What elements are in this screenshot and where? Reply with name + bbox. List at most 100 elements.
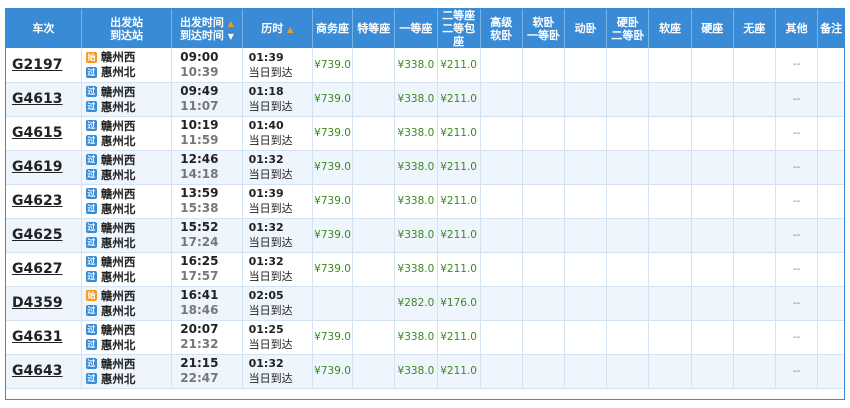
train-number-link[interactable]: G4623 xyxy=(6,184,82,219)
sort-desc-icon[interactable]: ▼ xyxy=(228,32,234,41)
price-hardseat xyxy=(691,150,734,185)
price-dongwo xyxy=(564,48,608,83)
header-times[interactable]: 出发时间 ▲ 到达时间 ▼ xyxy=(171,9,243,48)
price-other: -- xyxy=(775,82,819,117)
header-first: 一等座 xyxy=(394,9,438,48)
to-station[interactable]: 惠州北 xyxy=(101,337,136,353)
to-station[interactable]: 惠州北 xyxy=(101,99,136,115)
price-first: ¥338.0 xyxy=(394,354,438,389)
table-row: G4619 过赣州西 过惠州北 12:46 14:18 01:32 当日到达 ¥… xyxy=(6,150,844,185)
duration-cell: 01:32 当日到达 xyxy=(242,252,313,287)
train-number-link[interactable]: G4627 xyxy=(6,252,82,287)
header-duration[interactable]: 历时 ▲ xyxy=(242,9,313,48)
arrival-time: 11:59 xyxy=(180,133,219,147)
departure-time: 15:52 xyxy=(180,220,219,234)
train-number-link[interactable]: G4619 xyxy=(6,150,82,185)
sort-asc-icon[interactable]: ▲ xyxy=(228,19,234,28)
price-softseat xyxy=(648,218,692,253)
price-first: ¥338.0 xyxy=(394,150,438,185)
duration-cell: 01:25 当日到达 xyxy=(242,320,313,355)
arrive-note: 当日到达 xyxy=(248,304,293,317)
from-station[interactable]: 赣州西 xyxy=(101,322,136,338)
from-station[interactable]: 赣州西 xyxy=(101,186,136,202)
header-premium: 特等座 xyxy=(352,9,396,48)
table-row: D4359 始赣州西 过惠州北 16:41 18:46 02:05 当日到达 ¥… xyxy=(6,286,844,321)
from-station[interactable]: 赣州西 xyxy=(101,220,136,236)
from-station[interactable]: 赣州西 xyxy=(101,49,136,65)
arrival-time: 14:18 xyxy=(180,167,219,181)
train-number-link[interactable]: G2197 xyxy=(6,48,82,83)
price-first: ¥338.0 xyxy=(394,116,438,151)
price-business xyxy=(312,286,354,321)
from-station[interactable]: 赣州西 xyxy=(101,84,136,100)
arrive-note: 当日到达 xyxy=(248,65,293,79)
to-station[interactable]: 惠州北 xyxy=(101,303,136,319)
train-number-link[interactable]: G4613 xyxy=(6,82,82,117)
to-station[interactable]: 惠州北 xyxy=(101,64,136,80)
price-softsleeper xyxy=(522,286,566,321)
train-number-link[interactable]: G4625 xyxy=(6,218,82,253)
header-second: 二等座 二等包座 xyxy=(437,9,481,48)
from-station[interactable]: 赣州西 xyxy=(101,288,136,304)
remark-cell xyxy=(817,354,844,389)
to-station[interactable]: 惠州北 xyxy=(101,235,136,251)
price-business: ¥739.0 xyxy=(312,184,354,219)
departure-time: 21:15 xyxy=(180,356,219,370)
to-station[interactable]: 惠州北 xyxy=(101,201,136,217)
price-first: ¥338.0 xyxy=(394,82,438,117)
header-dongwo: 动卧 xyxy=(564,9,608,48)
price-first: ¥338.0 xyxy=(394,320,438,355)
price-hardsleeper xyxy=(606,48,650,83)
price-second: ¥211.0 xyxy=(437,252,481,287)
destination-badge-icon: 过 xyxy=(85,339,97,350)
train-number-link[interactable]: G4631 xyxy=(6,320,82,355)
from-station[interactable]: 赣州西 xyxy=(101,254,136,270)
price-hardsleeper xyxy=(606,150,650,185)
to-station[interactable]: 惠州北 xyxy=(101,269,136,285)
price-dongwo xyxy=(564,116,608,151)
price-hsoft xyxy=(480,354,523,389)
sort-duration-icon[interactable]: ▲ xyxy=(287,26,293,34)
price-noseat xyxy=(733,150,777,185)
price-hardseat xyxy=(691,354,734,389)
table-row: G4615 过赣州西 过惠州北 10:19 11:59 01:40 当日到达 ¥… xyxy=(6,116,844,151)
from-station[interactable]: 赣州西 xyxy=(101,356,136,372)
price-noseat xyxy=(733,218,777,253)
train-number-link[interactable]: D4359 xyxy=(6,286,82,321)
price-softsleeper xyxy=(522,116,566,151)
table-row: G2197 始赣州西 过惠州北 09:00 10:39 01:39 当日到达 ¥… xyxy=(6,48,844,83)
price-business: ¥739.0 xyxy=(312,320,354,355)
times-cell: 16:41 18:46 xyxy=(171,286,243,321)
price-first: ¥338.0 xyxy=(394,48,438,83)
price-softseat xyxy=(648,320,692,355)
times-cell: 16:25 17:57 xyxy=(171,252,243,287)
header-other: 其他 xyxy=(775,9,819,48)
origin-badge-icon: 过 xyxy=(85,120,97,131)
times-cell: 21:15 22:47 xyxy=(171,354,243,389)
destination-badge-icon: 过 xyxy=(85,135,97,146)
price-softseat xyxy=(648,286,692,321)
train-number-link[interactable]: G4615 xyxy=(6,116,82,151)
price-hsoft xyxy=(480,184,523,219)
to-station[interactable]: 惠州北 xyxy=(101,371,136,387)
from-station[interactable]: 赣州西 xyxy=(101,152,136,168)
times-cell: 09:00 10:39 xyxy=(171,48,243,83)
to-station[interactable]: 惠州北 xyxy=(101,167,136,183)
price-first: ¥338.0 xyxy=(394,252,438,287)
price-noseat xyxy=(733,82,777,117)
header-noseat: 无座 xyxy=(733,9,777,48)
remark-cell xyxy=(817,252,844,287)
price-hardseat xyxy=(691,48,734,83)
price-dongwo xyxy=(564,252,608,287)
duration-cell: 01:32 当日到达 xyxy=(242,354,313,389)
stations-cell: 始赣州西 过惠州北 xyxy=(81,48,173,83)
times-cell: 13:59 15:38 xyxy=(171,184,243,219)
price-hardsleeper xyxy=(606,354,650,389)
header-stations: 出发站 到达站 xyxy=(81,9,173,48)
to-station[interactable]: 惠州北 xyxy=(101,133,136,149)
train-results-panel: 车次 出发站 到达站 出发时间 ▲ 到达时间 ▼ 历时 ▲ 商务座 特等座 一等座… xyxy=(5,8,845,400)
header-business: 商务座 xyxy=(312,9,354,48)
train-number-link[interactable]: G4643 xyxy=(6,354,82,389)
price-hsoft xyxy=(480,116,523,151)
from-station[interactable]: 赣州西 xyxy=(101,118,136,134)
